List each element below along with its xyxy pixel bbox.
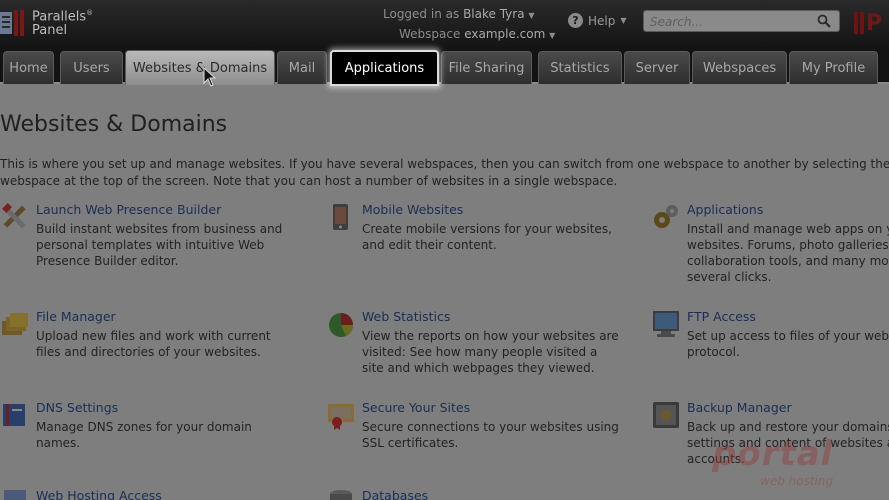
tools-icon — [2, 203, 26, 229]
mobile-phone-icon — [333, 204, 348, 230]
chevron-down-icon: ▼ — [620, 16, 627, 25]
tab-label: Home — [9, 60, 48, 76]
database-icon — [330, 490, 352, 500]
tab-my-profile[interactable]: My Profile — [789, 51, 878, 84]
tab-label: Applications — [344, 60, 425, 76]
tab-server[interactable]: Server — [624, 51, 690, 84]
logged-in-label: Logged in as — [383, 7, 460, 21]
intro-line: This is where you set up and manage webs… — [0, 157, 889, 171]
folders-icon — [2, 313, 28, 335]
help-label: Help — [588, 13, 616, 28]
tool-description: Set up access to files of your webs FTP … — [687, 329, 889, 359]
tool-title-link[interactable]: Applications — [687, 202, 763, 217]
user-menu[interactable]: Blake Tyra ▼ — [463, 7, 534, 21]
tool-title-link[interactable]: Launch Web Presence Builder — [36, 202, 221, 217]
gears-icon — [654, 205, 678, 228]
tool-title-link[interactable]: FTP Access — [687, 309, 756, 324]
brand-bar — [860, 12, 864, 34]
tool-title-link[interactable]: Databases — [362, 488, 428, 500]
brand-letter: P — [866, 10, 883, 36]
certificate-icon — [328, 404, 354, 430]
page-description: This is where you set up and manage webs… — [0, 156, 889, 190]
tab-label: Webspaces — [702, 60, 777, 76]
logo-line1: Parallels — [32, 9, 87, 25]
help-menu[interactable]: ? Help ▼ — [568, 13, 627, 28]
webspace-value: example.com — [464, 27, 546, 41]
pie-chart-icon — [329, 313, 354, 337]
logo-registered: ® — [86, 9, 94, 17]
tool-description: View the reports on how your websites ar… — [362, 329, 619, 375]
tab-label: Websites & Domains — [132, 60, 268, 76]
tool-title-link[interactable]: Web Hosting Access — [36, 488, 162, 500]
watermark-tagline: web hosting — [760, 474, 834, 488]
search-input[interactable] — [644, 12, 809, 32]
tab-home[interactable]: Home — [3, 51, 54, 84]
tool-title-link[interactable]: Web Statistics — [362, 309, 450, 324]
tab-label: File Sharing — [448, 60, 525, 76]
tab-label: Mail — [288, 60, 316, 76]
account-info: Logged in as Blake Tyra ▼ Webspace examp… — [383, 5, 555, 45]
tab-users[interactable]: Users — [60, 51, 123, 84]
mouse-cursor-icon — [203, 67, 217, 87]
tool-title-link[interactable]: Mobile Websites — [362, 202, 463, 217]
webspace-selector[interactable]: example.com ▼ — [464, 27, 555, 41]
search-icon[interactable] — [817, 14, 831, 28]
user-name: Blake Tyra — [463, 7, 525, 21]
page-title: Websites & Domains — [0, 112, 228, 137]
chevron-down-icon: ▼ — [549, 31, 556, 40]
ftp-monitor-icon — [653, 311, 679, 337]
tab-label: Users — [73, 60, 110, 76]
dns-book-icon — [3, 404, 25, 426]
product-logo[interactable]: Parallels® Panel — [32, 6, 93, 38]
tool-description: Upload new files and work with current f… — [36, 329, 271, 359]
brand-logo: P — [854, 10, 882, 36]
tab-file-sharing[interactable]: File Sharing — [441, 51, 532, 84]
main-navigation: Home Users Websites & Domains Mail Appli… — [0, 46, 889, 86]
tool-description: Install and manage web apps on yo websit… — [687, 222, 889, 284]
watermark-logo: portal — [712, 434, 834, 474]
safe-icon — [653, 402, 679, 428]
chevron-down-icon: ▼ — [528, 11, 535, 20]
tab-label: Statistics — [550, 60, 610, 76]
tab-websites-domains[interactable]: Websites & Domains — [125, 50, 275, 85]
tool-title-link[interactable]: DNS Settings — [36, 400, 118, 415]
tool-description: Secure connections to your websites usin… — [362, 420, 619, 450]
search-box — [643, 10, 840, 32]
tool-description: Create mobile versions for your websites… — [362, 222, 612, 252]
logo-line2: Panel — [32, 23, 68, 39]
tab-statistics[interactable]: Statistics — [538, 51, 622, 84]
tool-title-link[interactable]: Backup Manager — [687, 400, 792, 415]
help-icon: ? — [568, 13, 583, 28]
tool-title-link[interactable]: Secure Your Sites — [362, 400, 470, 415]
tab-mail[interactable]: Mail — [277, 51, 327, 84]
tool-title-link[interactable]: File Manager — [36, 309, 116, 324]
tab-applications[interactable]: Applications — [330, 50, 439, 86]
brand-bar — [854, 12, 858, 34]
tab-label: My Profile — [801, 60, 866, 76]
webspace-label: Webspace — [399, 27, 461, 41]
tool-description: Build instant websites from business and… — [36, 222, 283, 268]
tab-label: Server — [635, 60, 679, 76]
intro-line: webspace at the top of the screen. Note … — [0, 174, 618, 188]
tool-description: Manage DNS zones for your domain names. — [36, 420, 252, 450]
parallels-logo-icon — [0, 10, 24, 36]
hosting-icon — [4, 490, 26, 500]
tab-webspaces[interactable]: Webspaces — [692, 51, 787, 84]
top-header: Parallels® Panel Logged in as Blake Tyra… — [0, 0, 889, 46]
